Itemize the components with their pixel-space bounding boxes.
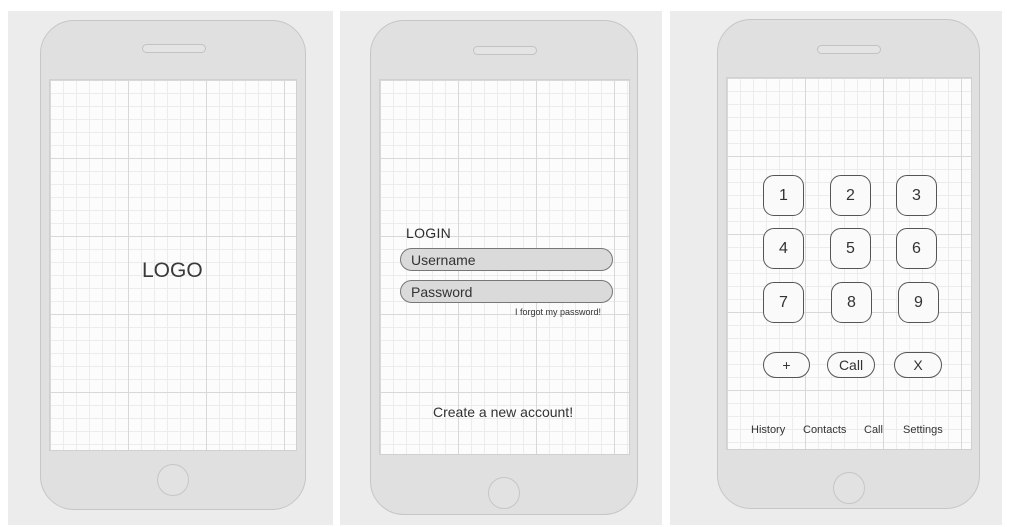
phone-screen: 1 2 3 4 5 6 7 8 9 + Call X History Conta…: [726, 77, 972, 450]
dial-key-9[interactable]: 9: [898, 282, 939, 323]
login-title: LOGIN: [406, 225, 452, 241]
app-logo: LOGO: [142, 259, 203, 282]
home-button[interactable]: [157, 464, 189, 496]
phone-frame: LOGIN I forgot my password! Create a new…: [370, 20, 638, 515]
dial-key-3[interactable]: 3: [896, 175, 937, 216]
dial-key-6[interactable]: 6: [896, 228, 937, 269]
splash-panel: LOGO: [8, 11, 333, 525]
password-input[interactable]: [400, 280, 613, 303]
dial-key-8[interactable]: 8: [831, 282, 872, 323]
dial-key-7[interactable]: 7: [763, 282, 804, 323]
phone-screen: LOGO: [49, 79, 297, 451]
phone-frame: 1 2 3 4 5 6 7 8 9 + Call X History Conta…: [717, 19, 980, 509]
home-button[interactable]: [488, 477, 520, 509]
nav-call[interactable]: Call: [864, 424, 883, 436]
create-account-link[interactable]: Create a new account!: [433, 404, 573, 420]
login-panel: LOGIN I forgot my password! Create a new…: [340, 11, 662, 525]
phone-screen: LOGIN I forgot my password! Create a new…: [379, 79, 630, 455]
phone-frame: LOGO: [40, 20, 306, 510]
dial-key-1[interactable]: 1: [763, 175, 804, 216]
nav-contacts[interactable]: Contacts: [803, 424, 846, 436]
call-button[interactable]: Call: [827, 352, 875, 378]
clear-button[interactable]: X: [894, 352, 942, 378]
dialer-panel: 1 2 3 4 5 6 7 8 9 + Call X History Conta…: [670, 11, 1002, 525]
speaker-slot: [817, 45, 881, 54]
dial-key-5[interactable]: 5: [830, 228, 871, 269]
home-button[interactable]: [833, 472, 865, 504]
nav-settings[interactable]: Settings: [903, 424, 943, 436]
forgot-password-link[interactable]: I forgot my password!: [515, 307, 601, 317]
dial-key-4[interactable]: 4: [763, 228, 804, 269]
dial-key-2[interactable]: 2: [830, 175, 871, 216]
add-contact-button[interactable]: +: [763, 352, 810, 378]
speaker-slot: [142, 44, 206, 53]
speaker-slot: [473, 46, 537, 55]
username-input[interactable]: [400, 248, 613, 271]
nav-history[interactable]: History: [751, 424, 785, 436]
